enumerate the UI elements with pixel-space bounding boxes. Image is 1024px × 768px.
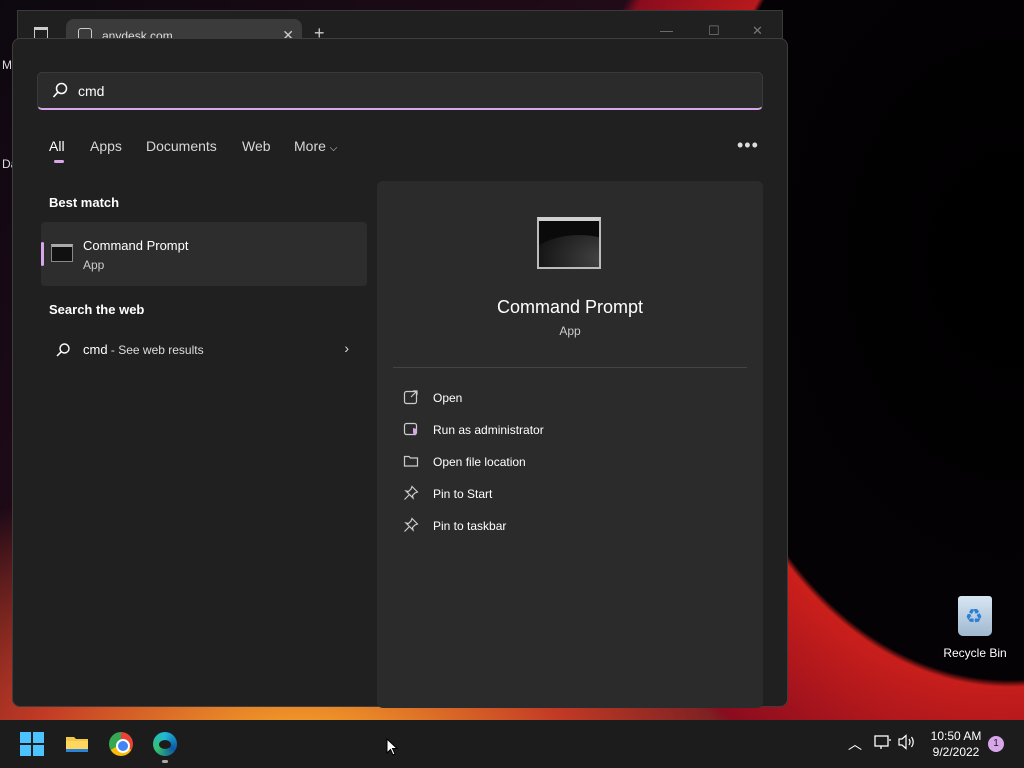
action-run-as-administrator[interactable]: Run as administrator: [403, 419, 743, 443]
action-open-file-location[interactable]: Open file location: [403, 451, 743, 475]
selection-indicator: [41, 242, 44, 266]
open-icon: [403, 390, 418, 405]
file-explorer-icon[interactable]: [65, 732, 89, 756]
windows-logo-icon: [33, 745, 44, 756]
pin-icon: [404, 485, 419, 500]
minimize-icon[interactable]: —: [660, 23, 673, 38]
clock-time: 10:50 AM: [930, 729, 982, 743]
search-icon: [52, 82, 68, 98]
maximize-icon[interactable]: ☐: [708, 23, 720, 39]
detail-app-name: Command Prompt: [496, 297, 644, 317]
recycle-bin-label: Recycle Bin: [943, 646, 1007, 660]
close-window-icon[interactable]: ✕: [752, 23, 763, 39]
action-pin-to-start[interactable]: Pin to Start: [403, 483, 743, 507]
tab-documents[interactable]: Documents: [146, 138, 217, 154]
web-result-text: cmd - See web results: [83, 342, 204, 357]
windows-logo-icon: [20, 732, 31, 743]
edge-icon[interactable]: [153, 732, 177, 756]
command-prompt-large-icon: [537, 217, 601, 269]
clock[interactable]: 10:50 AM 9/2/2022: [920, 728, 992, 760]
search-input[interactable]: [78, 80, 738, 102]
running-indicator: [162, 760, 168, 763]
tab-web[interactable]: Web: [242, 138, 271, 154]
taskbar: ︿ 10:50 AM 9/2/2022 1: [0, 720, 1024, 768]
detail-pane: Command Prompt App Open Run as administr…: [377, 181, 763, 708]
volume-icon[interactable]: [898, 734, 916, 750]
tab-more[interactable]: More ⌵: [294, 138, 337, 154]
desktop-edge-label: M: [2, 58, 12, 72]
folder-icon: [403, 455, 419, 467]
best-match-name: Command Prompt: [83, 238, 189, 253]
windows-logo-icon: [33, 732, 44, 743]
tab-apps[interactable]: Apps: [90, 138, 122, 154]
web-query: cmd: [83, 342, 108, 357]
action-label: Open file location: [433, 455, 526, 469]
best-match-type: App: [83, 258, 105, 272]
chevron-right-icon[interactable]: ›: [344, 340, 349, 356]
show-hidden-icons-icon[interactable]: ︿: [848, 734, 862, 754]
web-result-suffix: - See web results: [107, 343, 204, 357]
divider: [393, 367, 747, 368]
active-tab-indicator: [54, 160, 64, 163]
action-label: Run as administrator: [433, 423, 544, 437]
recycle-bin-icon: [958, 596, 992, 636]
network-icon[interactable]: [874, 734, 892, 750]
best-match-title: Best match: [49, 195, 120, 210]
search-icon: [56, 343, 70, 357]
action-label: Pin to Start: [433, 487, 493, 501]
tab-more-label: More: [294, 138, 326, 154]
action-label: Open: [433, 391, 463, 405]
action-label: Pin to taskbar: [433, 519, 507, 533]
action-pin-to-taskbar[interactable]: Pin to taskbar: [403, 515, 743, 539]
start-search-panel: All Apps Documents Web More ⌵ ••• Best m…: [12, 38, 788, 708]
more-options-icon[interactable]: •••: [737, 135, 759, 156]
chrome-icon[interactable]: [109, 732, 133, 756]
clock-date: 9/2/2022: [932, 745, 980, 759]
pin-icon: [404, 517, 419, 532]
best-match-item[interactable]: Command Prompt App: [41, 222, 367, 286]
notification-badge[interactable]: 1: [988, 736, 1004, 752]
search-box[interactable]: [37, 72, 763, 110]
command-prompt-icon: [51, 244, 73, 262]
start-button[interactable]: [20, 732, 44, 756]
chevron-down-icon: ⌵: [329, 143, 338, 154]
mouse-cursor-icon: [386, 738, 398, 756]
windows-logo-icon: [20, 745, 31, 756]
tab-all[interactable]: All: [49, 138, 65, 154]
search-web-title: Search the web: [49, 302, 145, 317]
action-open[interactable]: Open: [403, 387, 743, 411]
recycle-bin-desktop-icon[interactable]: Recycle Bin: [940, 596, 1010, 666]
detail-app-type: App: [559, 324, 581, 338]
web-result-item[interactable]: cmd - See web results ›: [41, 334, 367, 366]
shield-icon: [403, 422, 418, 436]
